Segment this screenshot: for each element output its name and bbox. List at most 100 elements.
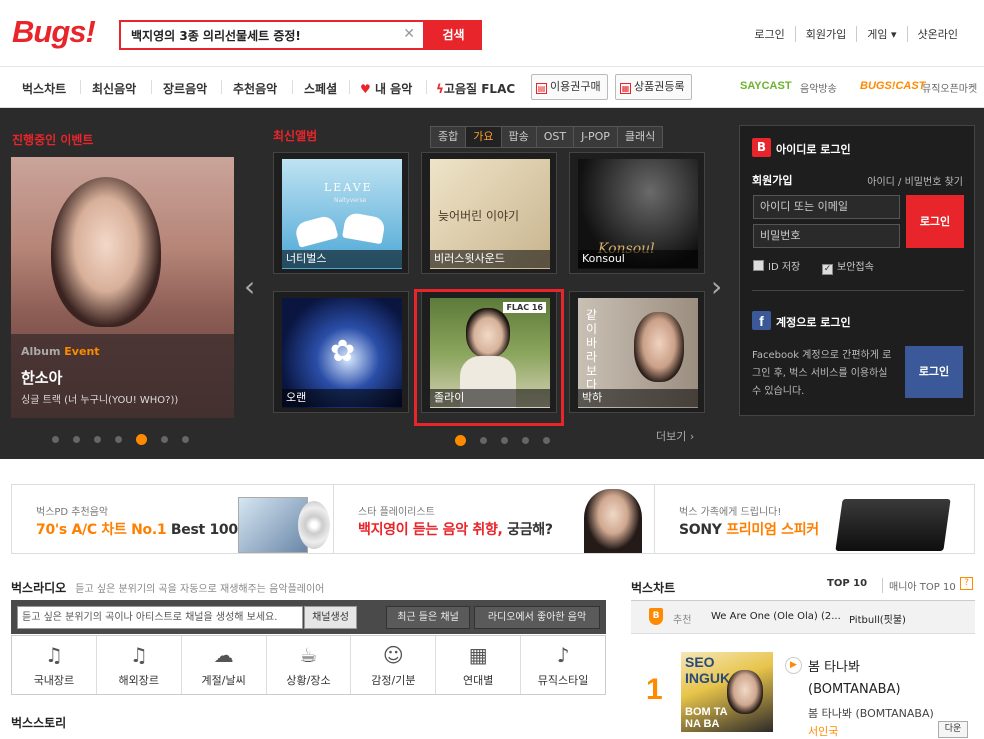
nav-genre-music[interactable]: 장르음악	[163, 80, 207, 97]
liked-music-button[interactable]: 라디오에서 좋아한 음악	[474, 606, 600, 629]
nav-special[interactable]: 스페셜	[304, 80, 337, 97]
album-label: Konsoul	[578, 250, 698, 268]
login-button[interactable]: 로그인	[906, 195, 964, 248]
tab-ost[interactable]: OST	[535, 126, 575, 148]
search-button[interactable]: 검색	[425, 20, 482, 50]
recommend-song[interactable]: We Are One (Ole Ola) (2...	[711, 611, 841, 622]
promo-banner-3[interactable]: 벅스 가족에게 드립니다! SONY 프리미엄 스피커	[654, 485, 976, 553]
album-label: 박하	[578, 389, 698, 407]
join-link[interactable]: 회원가입	[794, 26, 856, 42]
shotonline-link[interactable]: 샷온라인	[906, 26, 968, 42]
album-card[interactable]: LEAVE Naltyverse 너티벌스	[273, 152, 409, 274]
song-artist-2[interactable]: 서인국	[808, 723, 838, 739]
chart-recommend-row[interactable]: B 추천 We Are One (Ole Ola) (2... Pitbull(…	[631, 600, 975, 634]
pager-dot[interactable]	[501, 437, 508, 444]
nav-bugs-chart[interactable]: 벅스차트	[22, 80, 66, 97]
pager-dot[interactable]	[94, 436, 101, 443]
cd-icon	[298, 501, 330, 549]
pager-dot[interactable]	[161, 436, 168, 443]
next-arrow-icon[interactable]: ›	[711, 270, 722, 303]
radio-cat-mood[interactable]: ☺ 감정/기분	[350, 636, 435, 694]
play-icon[interactable]: ▶	[785, 657, 802, 674]
pager-dot-active[interactable]	[455, 435, 466, 446]
login-link[interactable]: 로그인	[744, 26, 794, 42]
event-section-title: 진행중인 이벤트	[12, 133, 94, 147]
bugs-icon: B	[752, 138, 771, 157]
join-link[interactable]: 회원가입	[752, 172, 792, 188]
album-art-title: LEAVE	[324, 181, 373, 194]
saycast-logo[interactable]: SAYCAST	[740, 80, 792, 92]
id-input[interactable]: 아이디 또는 이메일	[753, 195, 900, 219]
song-title[interactable]: 봄 타나봐 (BOMTANABA)	[808, 657, 928, 701]
radio-cat-weather[interactable]: ☁ 계절/날씨	[180, 636, 266, 694]
help-icon[interactable]: ?	[960, 577, 973, 590]
find-account-link[interactable]: 아이디 / 비밀번호 찾기	[867, 173, 963, 188]
event-banner[interactable]: Album Event 한소아 싱글 트랙 (너 누구니(YOU! WHO?))	[11, 157, 234, 418]
search-input[interactable]	[121, 22, 401, 48]
buy-pass-button[interactable]: ▤ 이용권구매	[531, 74, 608, 100]
pager-dot[interactable]	[115, 436, 122, 443]
recommend-artist[interactable]: Pitbull(핏불)	[849, 611, 906, 626]
weather-icon: ☁	[213, 643, 234, 667]
mania-top10-tab[interactable]: 매니아 TOP 10	[882, 578, 956, 593]
radio-cat-decade[interactable]: ▦ 연대별	[435, 636, 520, 694]
create-channel-button[interactable]: 채널생성	[304, 606, 357, 629]
calendar-icon: ▦	[468, 643, 488, 667]
tab-pop[interactable]: 팝송	[500, 126, 537, 148]
search-box: ✕	[119, 20, 425, 50]
bugscast-label[interactable]: 뮤직오픈마켓	[922, 80, 977, 95]
clear-icon[interactable]: ✕	[403, 26, 415, 42]
radio-cat-domestic[interactable]: ♫ 국내장르	[12, 636, 96, 694]
top10-tab[interactable]: TOP 10	[827, 578, 867, 589]
recent-channel-button[interactable]: 최근 들은 채널	[386, 606, 470, 629]
radio-channel-input[interactable]: 듣고 싶은 분위기의 곡이나 아티스트로 채널을 생성해 보세요.	[17, 606, 303, 629]
promo-banner-1[interactable]: 벅스PD 추천음악 70's A/C 차트 No.1 Best 100	[12, 485, 333, 553]
tab-kpop[interactable]: 가요	[465, 126, 502, 148]
fb-login-button[interactable]: 로그인	[905, 346, 963, 398]
bugscast-logo[interactable]: BUGS!CAST	[860, 80, 925, 92]
radio-cat-style[interactable]: ♪ 뮤직스타일	[520, 636, 605, 694]
bugs-logo[interactable]: Bugs!	[12, 14, 96, 50]
promo-banner-2[interactable]: 스타 플레이리스트 백지영이 듣는 음악 취향, 궁금해?	[333, 485, 654, 553]
album-card[interactable]: ✿ 오랜	[273, 291, 409, 413]
tab-jpop[interactable]: J-POP	[573, 126, 618, 148]
promo-small-text: 벅스PD 추천음악	[36, 507, 109, 518]
secure-checkbox[interactable]: ✓ 보안접속	[822, 258, 874, 275]
radio-categories: ♫ 국내장르 ♫ 해외장르 ☁ 계절/날씨 ☕ 상황/장소 ☺ 감정/기분 ▦ 연대별 ♪ 뮤…	[11, 635, 606, 695]
pager-dot[interactable]	[52, 436, 59, 443]
song-artist[interactable]: 봄 타나봐 (BOMTANABA)	[808, 705, 934, 721]
pager-dot[interactable]	[480, 437, 487, 444]
chart-title: 벅스차트	[631, 581, 676, 595]
album-card[interactable]: 같이 바라보다 박하	[569, 291, 705, 413]
album-card[interactable]: 늦어버린 이야기 비러스윗사운드	[421, 152, 557, 274]
pager-dot[interactable]	[73, 436, 80, 443]
album-cover[interactable]: SEO INGUK BOM TA NA BA	[681, 652, 773, 732]
nav-my-music[interactable]: ♥ 내 음악	[360, 80, 412, 97]
event-artist: 한소아	[21, 369, 63, 387]
radio-cat-overseas[interactable]: ♫ 해외장르	[95, 636, 181, 694]
facebook-icon: f	[752, 311, 771, 330]
download-button[interactable]: 다운	[938, 721, 968, 738]
pager-dot[interactable]	[182, 436, 189, 443]
more-link[interactable]: 더보기 ›	[656, 428, 694, 444]
album-art-title: 늦어버린 이야기	[438, 209, 520, 223]
event-tag: Album	[21, 345, 61, 358]
radio-cat-situation[interactable]: ☕ 상황/장소	[265, 636, 351, 694]
pager-dot[interactable]	[543, 437, 550, 444]
nav-recommend-music[interactable]: 추천음악	[233, 80, 277, 97]
pager-dot-active[interactable]	[136, 434, 147, 445]
game-menu[interactable]: 게임 ▾	[856, 26, 906, 42]
password-input[interactable]: 비밀번호	[753, 224, 900, 248]
saycast-label[interactable]: 음악방송	[800, 80, 837, 95]
nav-new-music[interactable]: 최신음악	[92, 80, 136, 97]
tab-classic[interactable]: 클래식	[616, 126, 664, 148]
prev-arrow-icon[interactable]: ‹	[244, 270, 255, 303]
event-image	[51, 177, 161, 327]
nav-flac[interactable]: ϟ고음질 FLAC	[436, 80, 515, 97]
tab-all[interactable]: 종합	[430, 126, 467, 148]
checkbox-checked-icon: ✓	[822, 264, 833, 275]
album-card[interactable]: Konsoul Konsoul	[569, 152, 705, 274]
coupon-register-button[interactable]: ▦ 상품권등록	[615, 74, 692, 100]
save-id-checkbox[interactable]: ID 저장	[753, 258, 800, 273]
pager-dot[interactable]	[522, 437, 529, 444]
